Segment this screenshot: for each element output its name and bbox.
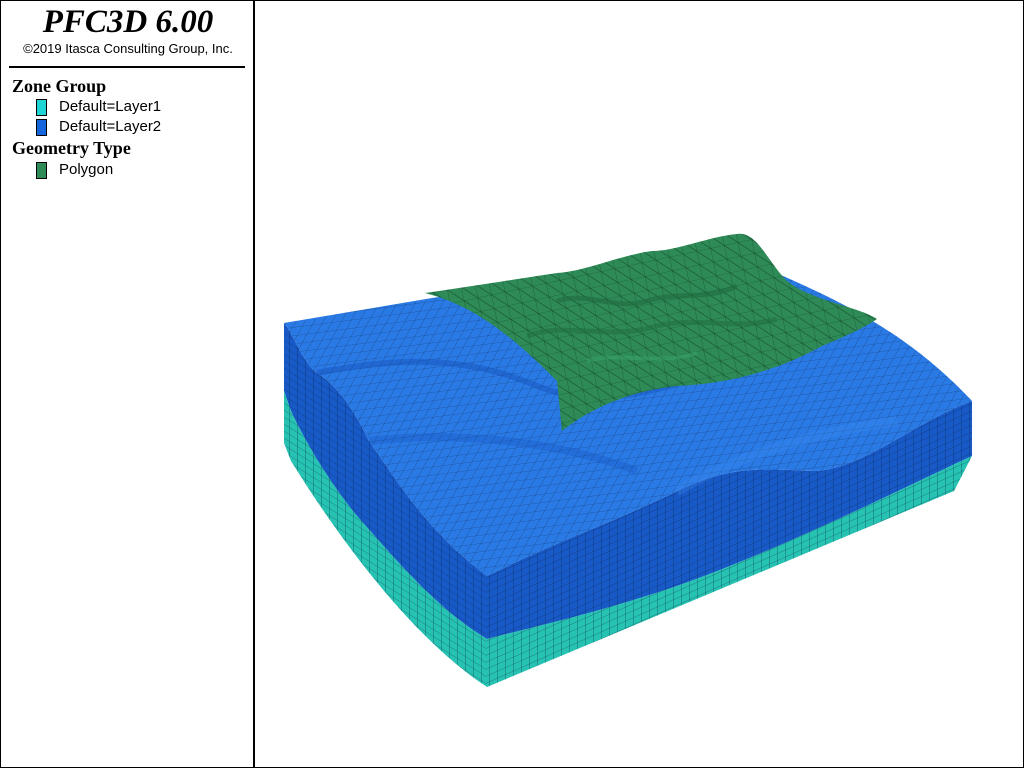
layer2-swatch (36, 118, 47, 136)
legend-item-label: Polygon (59, 161, 114, 178)
app-title: PFC3D 6.00 (42, 4, 214, 40)
legend-title-zone-group: Zone Group (12, 76, 107, 96)
polygon-swatch (36, 161, 47, 179)
legend-item-layer1: Default=Layer1 (36, 97, 161, 117)
legend-title-geometry-type: Geometry Type (12, 138, 131, 158)
legend-item-label: Default=Layer1 (59, 98, 162, 115)
legend-divider (9, 66, 245, 68)
copyright-text: ©2019 Itasca Consulting Group, Inc. (23, 41, 233, 56)
legend-item-label: Default=Layer2 (59, 118, 162, 135)
legend-panel: PFC3D 6.00 ©2019 Itasca Consulting Group… (1, 1, 255, 767)
model-viewport[interactable] (257, 1, 1023, 767)
model-render[interactable] (257, 1, 1023, 767)
legend-item-polygon: Polygon (36, 160, 113, 180)
layer1-swatch (36, 98, 47, 116)
legend-item-layer2: Default=Layer2 (36, 117, 161, 137)
